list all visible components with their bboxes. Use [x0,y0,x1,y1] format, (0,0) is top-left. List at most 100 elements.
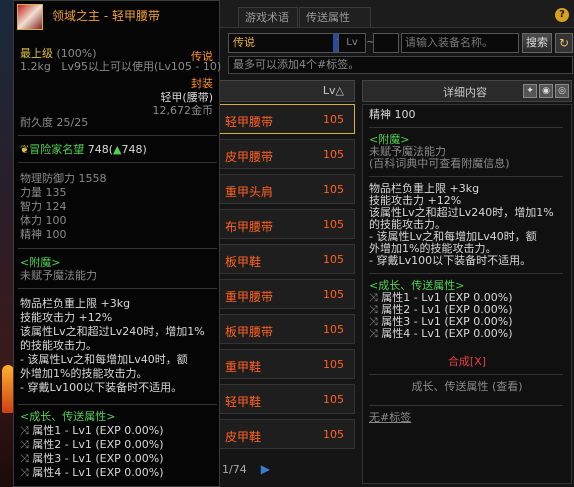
item-level: 105 [323,113,344,126]
item-level: 105 [323,428,344,441]
compose-link[interactable]: 合成[X] [369,356,565,368]
growth-text: 属性1 - Lv1 (EXP 0.00%) [32,424,164,437]
item-level: 105 [323,183,344,196]
divider [18,135,217,136]
stat-line: 精神 100 [20,228,67,241]
list-item[interactable]: 板甲鞋 105 [216,244,355,274]
grade-line: 最上级 (100%) [20,48,97,60]
item-name: 轻甲腰带 [225,115,274,129]
filter-bar: 传说▼ Lv ~ 请输入装备名称。 搜索 ↻ [216,33,574,55]
next-page-icon[interactable]: ▶ [261,462,270,476]
shuffle-icon: ⤨ [20,438,33,451]
item-name: 重甲腰带 [225,290,274,304]
growth-line: ⤨ 属性3 - Lv1 (EXP 0.00%) [20,453,164,465]
item-name: 布甲腰带 [225,220,274,234]
level-range-separator: ~ [366,35,376,48]
shuffle-icon: ⤨ [369,327,382,340]
level-sort-button[interactable]: Lv△ [323,84,344,97]
stat-line: 力量 135 [20,186,67,199]
detail-header: 详细内容 ✦ ◉ ◎ [362,80,572,102]
growth-line: ⤨ 属性4 - Lv1 (EXP 0.00%) [20,467,164,479]
level-max-input[interactable] [373,33,399,53]
durability: 耐久度 25/25 [20,116,89,129]
item-level: 105 [323,253,344,266]
weight: 1.2kg [20,60,51,73]
list-item[interactable]: 重甲鞋 105 [216,349,355,379]
list-item[interactable]: 轻甲鞋 105 [216,384,355,414]
item-name: 板甲腰带 [225,325,274,339]
growth-line: ⤨ 属性1 - Lv1 (EXP 0.00%) [20,425,164,437]
growth-text: 属性4 - Lv1 (EXP 0.00%) [381,327,513,340]
effect-line: 外增加1%的技能攻击力。 [20,367,148,380]
no-tag-label: 无#标签 [369,411,412,424]
eye-icon[interactable]: ◎ [555,84,569,98]
pager: 1/74 ▶ [222,462,270,476]
growth-title: <成长、传送属性> [20,410,116,423]
effect-line: 技能攻击力 +12% [20,311,113,324]
fame-label: 冒险家名望 [29,143,85,156]
divider [18,162,217,163]
divider [369,405,563,406]
list-item[interactable]: 板甲腰带 105 [216,314,355,344]
help-icon[interactable]: ? [555,8,569,22]
list-item[interactable]: 重甲腰带 105 [216,279,355,309]
fame-line: ❦冒险家名望 748(▲748) [20,144,147,156]
list-item[interactable]: 皮甲鞋 105 [216,419,355,449]
effect-line: - 穿戴Lv100以下装备时不适用。 [20,381,183,394]
detail-panel: 精神 100 <附魔> 未赋予魔法能力 (百科词典中可查看附魔信息) 物品栏负重… [362,104,572,484]
fame-up-value: 748) [121,143,147,156]
item-name: 皮甲腰带 [225,150,274,164]
item-level: 105 [323,148,344,161]
location-icon[interactable]: ◉ [539,84,553,98]
shuffle-icon: ⤨ [20,424,33,437]
list-item[interactable]: 皮甲腰带 105 [216,139,355,169]
item-name: 皮甲鞋 [225,430,262,444]
item-level: 105 [323,218,344,231]
item-name: 重甲鞋 [225,360,262,374]
effect-line: 的技能攻击力。 [20,339,97,352]
weight-and-level: 1.2kg Lv95以上可以使用(Lv105 - 10) [20,61,221,73]
stat-line: 体力 100 [20,214,67,227]
growth-text: 属性3 - Lv1 (EXP 0.00%) [32,452,164,465]
growth-text: 属性2 - Lv1 (EXP 0.00%) [32,438,164,451]
list-item[interactable]: 布甲腰带 105 [216,209,355,239]
grade: 最上级 [20,47,53,60]
tag-input[interactable]: 最多可以添加4个#标签。 [228,56,573,74]
shuffle-icon: ⤨ [20,466,33,479]
item-level: 105 [323,358,344,371]
detail-effect-line: - 穿戴Lv100以下装备时不适用。 [369,254,532,267]
enchant-title: <附魔> [20,256,61,269]
effect-line: 该属性Lv之和超过Lv240时，增加1% [20,325,205,338]
level-min-input[interactable]: Lv [338,33,366,53]
divider [369,176,563,177]
divider [18,248,217,249]
enchant-desc: 未赋予魔法能力 [20,269,97,282]
rarity-select[interactable]: 传说▼ [228,33,350,53]
stat-line: 物理防御力 1558 [20,172,107,185]
detail-title: 详细内容 [443,86,487,99]
tab-bar: 游戏术语 传送属性 ? [216,0,574,28]
list-item[interactable]: 轻甲腰带 105 [216,104,355,134]
growth-view-link[interactable]: 成长、传送属性 (查看) [369,381,565,393]
refresh-icon[interactable]: ↻ [555,33,573,53]
tab-game-terms[interactable]: 游戏术语 [238,7,298,27]
divider [18,404,217,405]
equipment-dictionary-window: 游戏术语 传送属性 ? 传说▼ Lv ~ 请输入装备名称。 搜索 ↻ 最多可以添… [215,0,574,487]
item-price: 12,672金币 [152,104,214,117]
level-requirement: Lv95以上可以使用(Lv105 - 10) [61,60,222,73]
search-input[interactable]: 请输入装备名称。 [401,33,519,53]
item-name: 板甲鞋 [225,255,262,269]
page-indicator: 1/74 [222,463,247,476]
item-level: 105 [323,288,344,301]
rarity-select-value: 传说 [233,36,255,49]
search-button[interactable]: 搜索 [522,33,552,53]
growth-line: ⤨ 属性2 - Lv1 (EXP 0.00%) [20,439,164,451]
shuffle-icon: ⤨ [20,452,33,465]
item-level: 105 [323,323,344,336]
pin-icon[interactable]: ✦ [523,84,537,98]
list-item[interactable]: 重甲头肩 105 [216,174,355,204]
list-header: Lv△ [216,80,355,102]
tab-transfer-attributes[interactable]: 传送属性 [299,7,371,27]
item-icon [17,4,43,30]
fame-icon: ❦ [20,143,30,156]
